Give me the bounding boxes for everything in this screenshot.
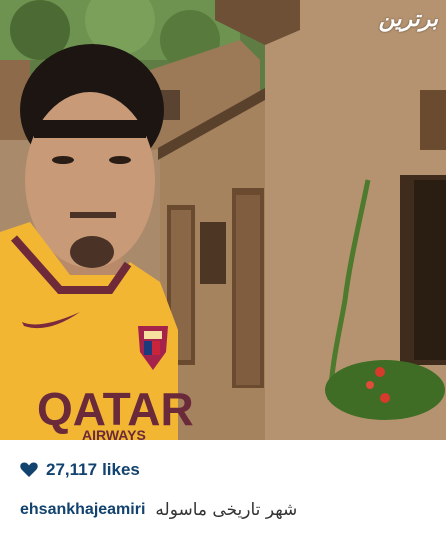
site-watermark: برترین: [378, 6, 438, 32]
caption-row: ehsankhajeamiri شهر تاریخی ماسوله: [20, 500, 297, 520]
likes-count: 27,117: [46, 460, 98, 479]
photo-scene: QATAR AIRWAYS: [0, 0, 446, 440]
post-meta: 27,117 likes ehsankhajeamiri شهر تاریخی …: [0, 440, 446, 540]
jersey-sponsor-subtext: AIRWAYS: [82, 427, 146, 440]
post-caption: شهر تاریخی ماسوله: [155, 500, 298, 520]
username-link[interactable]: ehsankhajeamiri: [20, 501, 145, 519]
heart-icon[interactable]: [20, 462, 38, 478]
likes-row[interactable]: 27,117 likes: [20, 460, 140, 480]
post-photo[interactable]: QATAR AIRWAYS برترین: [0, 0, 446, 440]
likes-label: likes: [102, 460, 140, 479]
